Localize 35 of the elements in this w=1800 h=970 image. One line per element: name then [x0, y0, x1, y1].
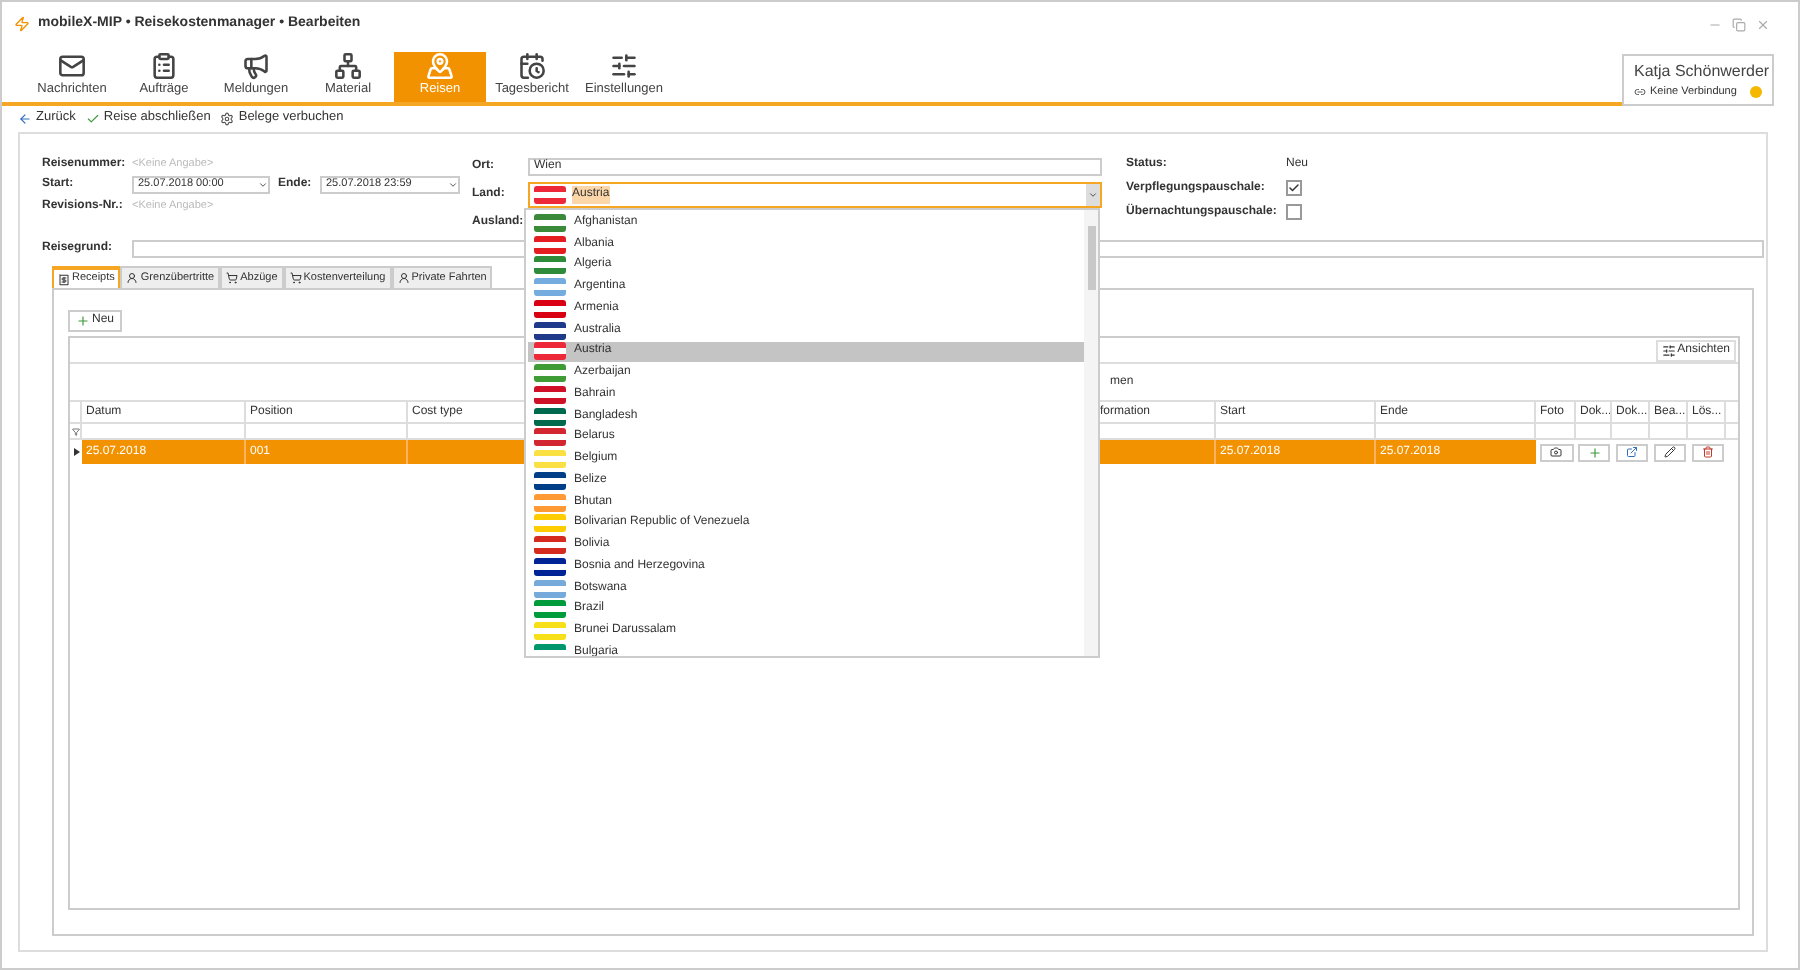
pencil-icon	[1663, 446, 1675, 458]
row-pointer-icon	[73, 448, 79, 456]
warning-icon	[1750, 86, 1762, 98]
restore-icon[interactable]	[1732, 17, 1746, 31]
envelope-icon	[58, 52, 86, 81]
edit-button[interactable]	[1653, 443, 1685, 461]
gear-icon	[220, 111, 235, 125]
sliders-icon	[1661, 343, 1676, 357]
cart-icon	[289, 272, 302, 284]
scrollbar[interactable]	[1084, 210, 1098, 656]
delete-button[interactable]	[1691, 443, 1723, 461]
hierarchy-icon	[334, 52, 362, 81]
calendar-clock-icon	[518, 52, 546, 81]
external-link-icon	[1625, 446, 1637, 458]
checkmark-icon	[85, 111, 100, 125]
person-icon	[397, 272, 410, 284]
filter-icon	[71, 427, 79, 435]
cart-icon	[226, 272, 239, 284]
app-logo-icon	[14, 16, 30, 32]
open-document-button[interactable]	[1615, 443, 1647, 461]
plus-icon	[76, 314, 90, 328]
trash-icon	[1701, 446, 1713, 458]
settings-icon	[610, 52, 638, 81]
close-icon[interactable]	[1756, 17, 1770, 31]
checkbox[interactable]	[1286, 204, 1302, 220]
megaphone-icon	[242, 52, 270, 81]
plus-icon	[1587, 445, 1601, 459]
checkbox[interactable]	[1286, 180, 1302, 196]
receipt-icon	[58, 273, 70, 285]
clipboard-icon	[150, 52, 178, 81]
map-pin-icon	[426, 52, 454, 81]
camera-icon	[1550, 446, 1562, 458]
person-icon	[126, 272, 139, 284]
back-arrow-icon	[18, 111, 32, 125]
photo-button[interactable]	[1539, 443, 1573, 461]
